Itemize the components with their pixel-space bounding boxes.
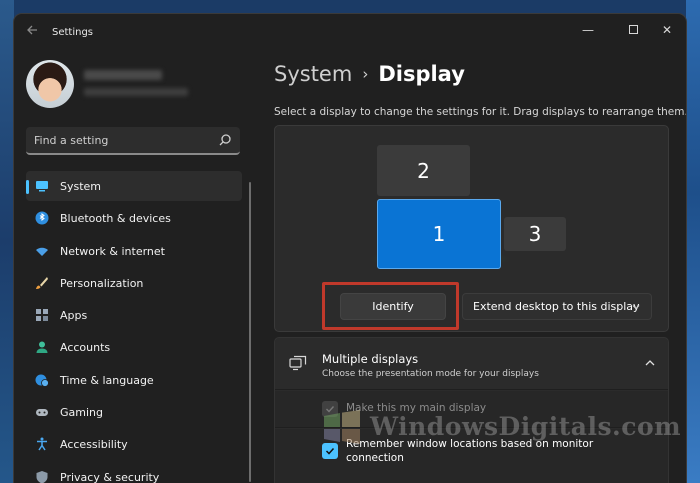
avatar (26, 60, 74, 108)
sidebar-item-label: Network & internet (60, 244, 165, 258)
multiple-displays-header[interactable]: Multiple displays Choose the presentatio… (275, 338, 668, 390)
sidebar-item-accessibility[interactable]: Accessibility (26, 429, 242, 459)
sidebar-item-system[interactable]: System (26, 171, 242, 201)
shield-icon (36, 470, 48, 483)
sidebar-item-apps[interactable]: Apps (26, 300, 242, 330)
app-title: Settings (52, 27, 94, 38)
bluetooth-icon (35, 211, 49, 225)
accessibility-icon (37, 437, 47, 451)
profile-name: ███████ (84, 70, 162, 80)
maximize-icon (628, 25, 638, 34)
sidebar-item-label: Accounts (60, 341, 111, 355)
close-button[interactable]: ✕ (652, 18, 682, 42)
monitor-number: 3 (528, 222, 542, 246)
sidebar-item-label: Bluetooth & devices (60, 212, 171, 226)
sidebar-item-network[interactable]: Network & internet (26, 236, 242, 266)
main-display-checkbox[interactable] (322, 401, 338, 417)
search-input[interactable] (26, 127, 212, 153)
monitor-number: 2 (417, 158, 430, 183)
desktop-wallpaper-right (686, 0, 700, 483)
remember-locations-checkbox[interactable] (322, 443, 338, 459)
option-label: Remember window locations based on monit… (346, 438, 594, 464)
brush-icon (36, 276, 48, 289)
monitor-1-tile[interactable]: 1 (377, 199, 501, 269)
sidebar-item-label: Time & language (60, 373, 154, 387)
display-mode-value: Extend desktop to this display (473, 300, 640, 313)
wifi-icon (36, 247, 48, 256)
sidebar-item-label: Apps (60, 309, 88, 323)
person-icon (36, 341, 48, 354)
settings-window: Settings — ✕ ███████ ████████████████ Sy… (14, 14, 686, 483)
sidebar-nav: System Bluetooth & devices Network & int… (26, 171, 242, 483)
title-bar: Settings — ✕ (14, 14, 686, 50)
monitor-icon (36, 181, 48, 192)
sidebar-item-accounts[interactable]: Accounts (26, 332, 242, 362)
sidebar-item-time-language[interactable]: Time & language (26, 365, 242, 395)
page-title: Display (378, 62, 465, 86)
breadcrumb-separator: › (362, 65, 369, 83)
option-row-remember-locations: Remember window locations based on monit… (275, 429, 668, 483)
search-box[interactable] (26, 127, 240, 155)
desktop-wallpaper-left (0, 0, 14, 483)
profile-email: ████████████████ (84, 88, 188, 96)
option-label: Make this my main display (346, 402, 487, 414)
monitor-3-tile[interactable]: 3 (504, 217, 566, 251)
sidebar-item-label: Personalization (60, 276, 144, 290)
arrow-left-icon (27, 25, 37, 35)
sidebar-item-privacy-security[interactable]: Privacy & security (26, 462, 242, 483)
sidebar-item-label: Privacy & security (60, 470, 160, 483)
gamepad-icon (36, 409, 48, 417)
sidebar-item-personalization[interactable]: Personalization (26, 268, 242, 298)
chevron-down-icon (632, 305, 640, 310)
sidebar-item-label: Gaming (60, 406, 103, 420)
chevron-up-icon[interactable] (644, 358, 656, 368)
display-instructions: Select a display to change the settings … (274, 106, 686, 118)
checkmark-icon (326, 406, 335, 413)
sidebar-item-label: Accessibility (60, 438, 128, 452)
sidebar-item-gaming[interactable]: Gaming (26, 397, 242, 427)
minimize-button[interactable]: — (573, 18, 603, 42)
search-icon[interactable] (218, 133, 232, 147)
monitor-2-tile[interactable]: 2 (377, 145, 470, 196)
sidebar-item-bluetooth[interactable]: Bluetooth & devices (26, 203, 242, 233)
section-subtitle: Choose the presentation mode for your di… (322, 369, 539, 379)
breadcrumb: System › Display (274, 62, 465, 86)
sidebar-scrollbar[interactable] (249, 182, 251, 482)
multiple-displays-section: Multiple displays Choose the presentatio… (274, 337, 669, 483)
back-button[interactable] (24, 24, 40, 40)
checkmark-icon (325, 447, 335, 455)
multiple-displays-icon (289, 355, 307, 371)
section-title: Multiple displays (322, 352, 419, 366)
option-row-main-display: Make this my main display (275, 391, 668, 428)
monitor-number: 1 (432, 222, 446, 246)
maximize-button[interactable] (618, 18, 648, 42)
sidebar-item-label: System (60, 180, 102, 193)
identify-button[interactable]: Identify (340, 293, 446, 320)
display-mode-select[interactable]: Extend desktop to this display (462, 293, 652, 320)
breadcrumb-parent[interactable]: System (274, 62, 352, 86)
apps-icon (36, 309, 48, 322)
globe-clock-icon (35, 374, 49, 387)
